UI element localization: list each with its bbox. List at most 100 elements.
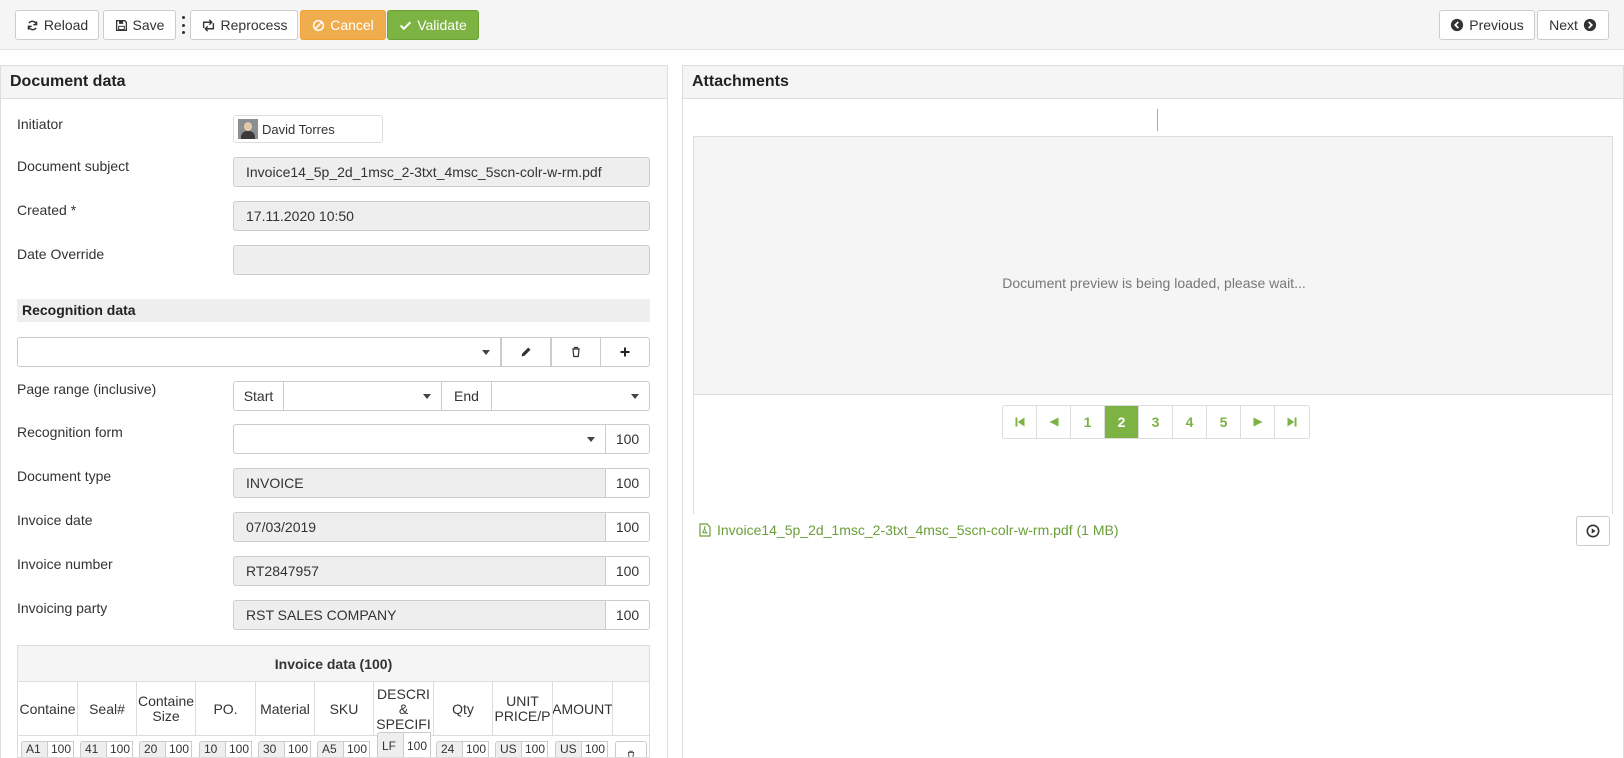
- reprocess-button[interactable]: Reprocess: [190, 10, 298, 40]
- row-delete-button[interactable]: [615, 741, 647, 757]
- grid-cell-score: 100: [343, 741, 370, 757]
- grid-cell-score: 100: [581, 741, 608, 757]
- triangle-left-icon: [1049, 417, 1058, 427]
- chevron-right-circle-icon: [1583, 18, 1597, 32]
- toolbar: Reload Save Reprocess Cancel Validate Pr…: [0, 0, 1624, 50]
- save-label: Save: [132, 17, 165, 33]
- trash-icon: [572, 346, 580, 358]
- grid-col-header[interactable]: DESCRI & SPECIFI: [374, 682, 434, 736]
- validate-label: Validate: [417, 17, 467, 33]
- invoicing-party-score: 100: [605, 600, 650, 630]
- start-page-select[interactable]: [283, 381, 442, 411]
- pager-area: 1 2 3 4 5: [694, 394, 1612, 514]
- grid-col-header[interactable]: Containe: [18, 682, 78, 736]
- validate-button[interactable]: Validate: [387, 10, 479, 40]
- invoice-data-title: Invoice data (100): [18, 646, 649, 682]
- first-page-icon: [1015, 417, 1024, 427]
- grid-cell-value[interactable]: 41: [80, 741, 107, 757]
- date-override-label: Date Override: [17, 246, 105, 262]
- chevron-down-icon: [482, 350, 490, 355]
- next-page-button[interactable]: [1241, 406, 1275, 438]
- save-button[interactable]: Save: [103, 10, 176, 40]
- pdf-file-icon: [699, 523, 711, 537]
- reload-button[interactable]: Reload: [15, 10, 99, 40]
- recognition-form-label: Recognition form: [17, 424, 123, 440]
- grid-cell-score: 100: [225, 741, 252, 757]
- initiator-label: Initiator: [17, 116, 63, 132]
- grid-cell-score: 100: [521, 741, 548, 757]
- recognition-form-select[interactable]: [233, 424, 606, 454]
- divider: [1157, 109, 1158, 131]
- invoicing-party-field[interactable]: RST SALES COMPANY: [233, 600, 606, 630]
- document-preview: Document preview is being loaded, please…: [693, 136, 1613, 514]
- grid-cell-score: 100: [403, 732, 431, 757]
- invoicing-party-label: Invoicing party: [17, 600, 108, 616]
- add-button[interactable]: [600, 337, 650, 367]
- play-circle-icon: [1586, 524, 1600, 538]
- grid-cell-value[interactable]: LF: [377, 732, 404, 757]
- open-attachment-button[interactable]: [1576, 516, 1610, 546]
- document-type-label: Document type: [17, 468, 112, 484]
- grid-col-header[interactable]: Material: [256, 682, 315, 736]
- page-4[interactable]: 4: [1173, 406, 1207, 438]
- grid-cell-score: 100: [462, 741, 489, 757]
- grid-col-header[interactable]: AMOUNT: [553, 682, 613, 736]
- grid-col-header[interactable]: Containe Size: [137, 682, 196, 736]
- preview-loading-message: Document preview is being loaded, please…: [1002, 275, 1306, 291]
- invoice-number-field[interactable]: RT2847957: [233, 556, 606, 586]
- page-2[interactable]: 2: [1105, 406, 1139, 438]
- next-button[interactable]: Next: [1537, 10, 1609, 40]
- grid-cell-score: 100: [165, 741, 192, 757]
- next-label: Next: [1549, 17, 1578, 33]
- grid-cell-score: 100: [106, 741, 133, 757]
- date-override-field[interactable]: [233, 245, 650, 275]
- last-page-button[interactable]: [1275, 406, 1309, 438]
- reload-label: Reload: [43, 17, 89, 33]
- more-options-icon[interactable]: [181, 16, 185, 34]
- page-3[interactable]: 3: [1139, 406, 1173, 438]
- grid-cell-value[interactable]: A1: [21, 741, 48, 757]
- plus-icon: [620, 347, 630, 357]
- previous-label: Previous: [1469, 17, 1524, 33]
- end-addon: End: [441, 381, 492, 411]
- page-1[interactable]: 1: [1071, 406, 1105, 438]
- invoice-date-label: Invoice date: [17, 512, 93, 528]
- ban-icon: [313, 19, 325, 31]
- chevron-down-icon: [423, 394, 431, 399]
- grid-header-row: Containe Seal# Containe Size PO. Materia…: [18, 682, 649, 736]
- grid-cell-value[interactable]: US: [555, 741, 582, 757]
- document-subject-field[interactable]: Invoice14_5p_2d_1msc_2-3txt_4msc_5scn-co…: [233, 157, 650, 187]
- grid-col-header[interactable]: PO.: [196, 682, 256, 736]
- avatar: [238, 119, 258, 139]
- edit-button[interactable]: [501, 337, 551, 367]
- recognition-form-score: 100: [605, 424, 650, 454]
- recognition-profile-select[interactable]: [17, 337, 501, 367]
- first-page-button[interactable]: [1003, 406, 1037, 438]
- grid-cell-value[interactable]: 24: [436, 741, 463, 757]
- attachments-title: Attachments: [683, 66, 1623, 99]
- grid-cell-value[interactable]: 20: [139, 741, 166, 757]
- created-field[interactable]: 17.11.2020 10:50: [233, 201, 650, 231]
- end-page-select[interactable]: [491, 381, 650, 411]
- prev-page-button[interactable]: [1037, 406, 1071, 438]
- attachment-link[interactable]: Invoice14_5p_2d_1msc_2-3txt_4msc_5scn-co…: [699, 522, 1119, 538]
- grid-col-header[interactable]: SKU: [315, 682, 374, 736]
- delete-button[interactable]: [551, 337, 601, 367]
- invoice-date-field[interactable]: 07/03/2019: [233, 512, 606, 542]
- page-5[interactable]: 5: [1207, 406, 1241, 438]
- grid-cell-value[interactable]: A5: [317, 741, 344, 757]
- grid-cell-value[interactable]: 10: [199, 741, 226, 757]
- start-addon: Start: [233, 381, 284, 411]
- document-subject-label: Document subject: [17, 158, 130, 174]
- grid-col-header[interactable]: UNIT PRICE/P: [493, 682, 553, 736]
- attachments-panel: Attachments Document preview is being lo…: [682, 65, 1624, 758]
- grid-cell-value[interactable]: US: [495, 741, 522, 757]
- grid-col-header[interactable]: Seal#: [78, 682, 137, 736]
- grid-col-header[interactable]: Qty: [434, 682, 493, 736]
- previous-button[interactable]: Previous: [1439, 10, 1535, 40]
- grid-cell-value[interactable]: 30: [258, 741, 285, 757]
- document-type-field[interactable]: INVOICE: [233, 468, 606, 498]
- cancel-button[interactable]: Cancel: [300, 10, 386, 40]
- initiator-chip[interactable]: David Torres: [233, 115, 383, 143]
- page-range-label: Page range (inclusive): [17, 381, 157, 397]
